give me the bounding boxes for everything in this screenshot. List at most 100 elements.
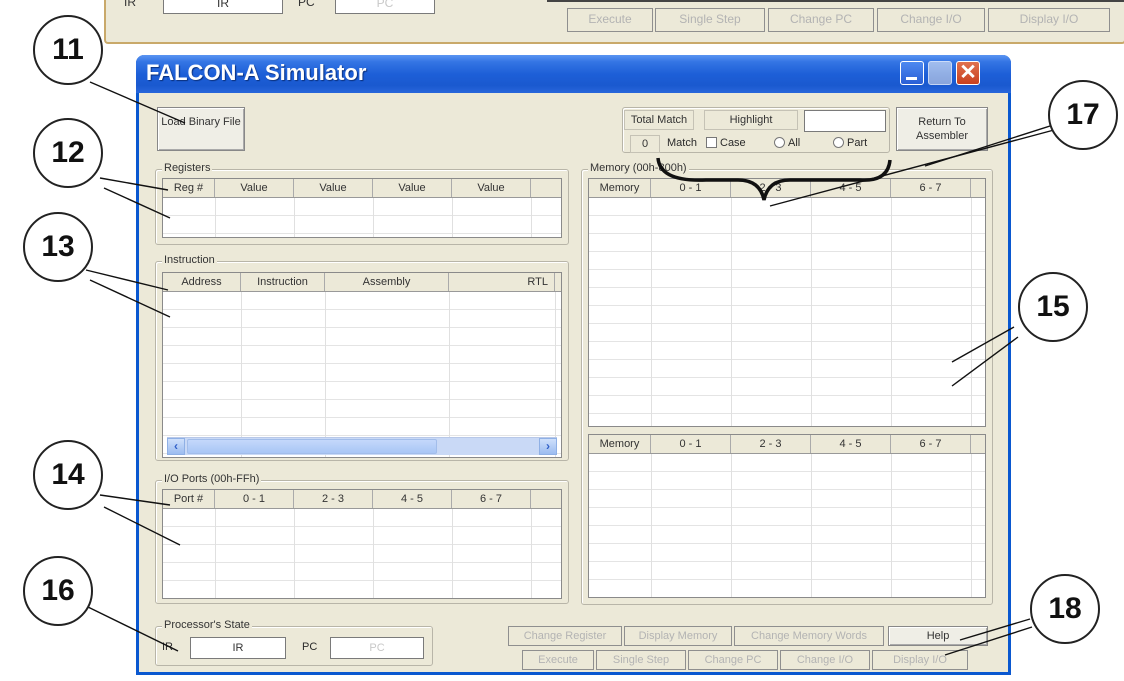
minimize-button[interactable] xyxy=(900,61,924,85)
io-col-6-7: 6 - 7 xyxy=(452,490,531,508)
memory-col-filler xyxy=(971,179,985,197)
window-title: FALCON-A Simulator xyxy=(146,60,367,85)
total-match-count: 0 xyxy=(630,135,660,153)
registers-grid-body xyxy=(163,198,561,237)
registers-col-value-2: Value xyxy=(294,179,373,197)
callout-17: 17 xyxy=(1048,80,1118,150)
memory-col-memory: Memory xyxy=(589,179,651,197)
instruction-col-assembly: Assembly xyxy=(325,273,449,291)
io-col-2-3: 2 - 3 xyxy=(294,490,373,508)
change-memory-words-button[interactable]: Change Memory Words xyxy=(734,626,884,646)
load-binary-file-button[interactable]: Load Binary File xyxy=(157,107,245,151)
instruction-grid[interactable]: Address Instruction Assembly RTL xyxy=(162,272,562,458)
display-memory-button[interactable]: Display Memory xyxy=(624,626,732,646)
instruction-col-address: Address xyxy=(163,273,241,291)
memory-upper-grid-body xyxy=(589,198,985,426)
scroll-right-arrow-icon[interactable]: › xyxy=(539,438,557,455)
io-ports-title: I/O Ports (00h-FFh) xyxy=(162,473,262,485)
memory-col-6-7: 6 - 7 xyxy=(891,179,971,197)
state-ir-label: IR xyxy=(162,641,173,653)
callout-11: 11 xyxy=(33,15,103,85)
callout-14: 14 xyxy=(33,440,103,510)
minimize-icon xyxy=(906,77,917,80)
scroll-thumb[interactable] xyxy=(187,439,437,454)
registers-col-value-3: Value xyxy=(373,179,452,197)
callout-13: 13 xyxy=(23,212,93,282)
top-button-row-edge xyxy=(547,0,1124,2)
top-pc-label: PC xyxy=(298,0,315,9)
close-button[interactable]: ✕ xyxy=(956,61,980,85)
memory-lower-grid-body xyxy=(589,454,985,597)
top-ir-field: IR xyxy=(163,0,283,14)
memory-col-4-5: 4 - 5 xyxy=(811,179,891,197)
processor-state-title: Processor's State xyxy=(162,619,252,631)
registers-col-reg: Reg # xyxy=(163,179,215,197)
instruction-col-instruction: Instruction xyxy=(241,273,325,291)
callout-15: 15 xyxy=(1018,272,1088,342)
single-step-button[interactable]: Single Step xyxy=(596,650,686,670)
state-pc-field: PC xyxy=(330,637,424,659)
return-to-assembler-button[interactable]: Return To Assembler xyxy=(896,107,988,151)
display-io-button[interactable]: Display I/O xyxy=(872,650,968,670)
scroll-left-arrow-icon[interactable]: ‹ xyxy=(167,438,185,455)
top-pc-field: PC xyxy=(335,0,435,14)
memory2-col-memory: Memory xyxy=(589,435,651,453)
execute-button[interactable]: Execute xyxy=(522,650,594,670)
maximize-button[interactable] xyxy=(928,61,952,85)
all-label: All xyxy=(788,137,801,149)
part-label: Part xyxy=(847,137,868,149)
top-single-step-button[interactable]: Single Step xyxy=(655,8,765,32)
state-ir-field: IR xyxy=(190,637,286,659)
registers-title: Registers xyxy=(162,162,213,174)
top-change-io-button[interactable]: Change I/O xyxy=(877,8,985,32)
memory2-col-0-1: 0 - 1 xyxy=(651,435,731,453)
all-radio[interactable]: All xyxy=(774,137,800,149)
case-label: Case xyxy=(720,137,746,149)
part-radio[interactable]: Part xyxy=(833,137,867,149)
change-register-button[interactable]: Change Register xyxy=(508,626,622,646)
memory2-col-2-3: 2 - 3 xyxy=(731,435,811,453)
instruction-title: Instruction xyxy=(162,254,217,266)
callout-18: 18 xyxy=(1030,574,1100,644)
io-col-port: Port # xyxy=(163,490,215,508)
registers-col-value-1: Value xyxy=(215,179,294,197)
memory2-col-4-5: 4 - 5 xyxy=(811,435,891,453)
memory-grid-lower[interactable]: Memory 0 - 1 2 - 3 4 - 5 6 - 7 xyxy=(588,434,986,598)
memory2-col-filler xyxy=(971,435,985,453)
case-check-box[interactable] xyxy=(706,137,717,148)
match-label: Match xyxy=(667,137,697,149)
registers-col-filler xyxy=(531,179,561,197)
top-execute-button[interactable]: Execute xyxy=(567,8,653,32)
top-display-io-button[interactable]: Display I/O xyxy=(988,8,1110,32)
case-checkbox[interactable]: Case xyxy=(706,137,746,149)
io-col-0-1: 0 - 1 xyxy=(215,490,294,508)
io-ports-grid[interactable]: Port # 0 - 1 2 - 3 4 - 5 6 - 7 xyxy=(162,489,562,599)
close-icon: ✕ xyxy=(959,61,977,84)
io-col-filler xyxy=(531,490,561,508)
change-io-button[interactable]: Change I/O xyxy=(780,650,870,670)
instruction-grid-body xyxy=(163,292,561,457)
memory-col-0-1: 0 - 1 xyxy=(651,179,731,197)
state-pc-label: PC xyxy=(302,641,318,653)
memory-grid-upper[interactable]: Memory 0 - 1 2 - 3 4 - 5 6 - 7 xyxy=(588,178,986,427)
callout-12: 12 xyxy=(33,118,103,188)
all-radio-circle[interactable] xyxy=(774,137,785,148)
callout-16: 16 xyxy=(23,556,93,626)
change-pc-button[interactable]: Change PC xyxy=(688,650,778,670)
memory-title: Memory (00h-800h) xyxy=(588,162,689,174)
top-ir-label: IR xyxy=(124,0,136,9)
top-change-pc-button[interactable]: Change PC xyxy=(768,8,874,32)
io-col-4-5: 4 - 5 xyxy=(373,490,452,508)
instruction-col-filler xyxy=(555,273,561,291)
total-match-label: Total Match xyxy=(624,110,694,130)
part-radio-circle[interactable] xyxy=(833,137,844,148)
registers-grid[interactable]: Reg # Value Value Value Value xyxy=(162,178,562,238)
instruction-horizontal-scrollbar[interactable]: ‹ › xyxy=(167,437,557,455)
help-button[interactable]: Help xyxy=(888,626,988,646)
highlight-label: Highlight xyxy=(704,110,798,130)
io-ports-grid-body xyxy=(163,509,561,598)
instruction-col-rtl: RTL xyxy=(449,273,555,291)
registers-col-value-4: Value xyxy=(452,179,531,197)
highlight-input[interactable] xyxy=(804,110,886,132)
memory2-col-6-7: 6 - 7 xyxy=(891,435,971,453)
